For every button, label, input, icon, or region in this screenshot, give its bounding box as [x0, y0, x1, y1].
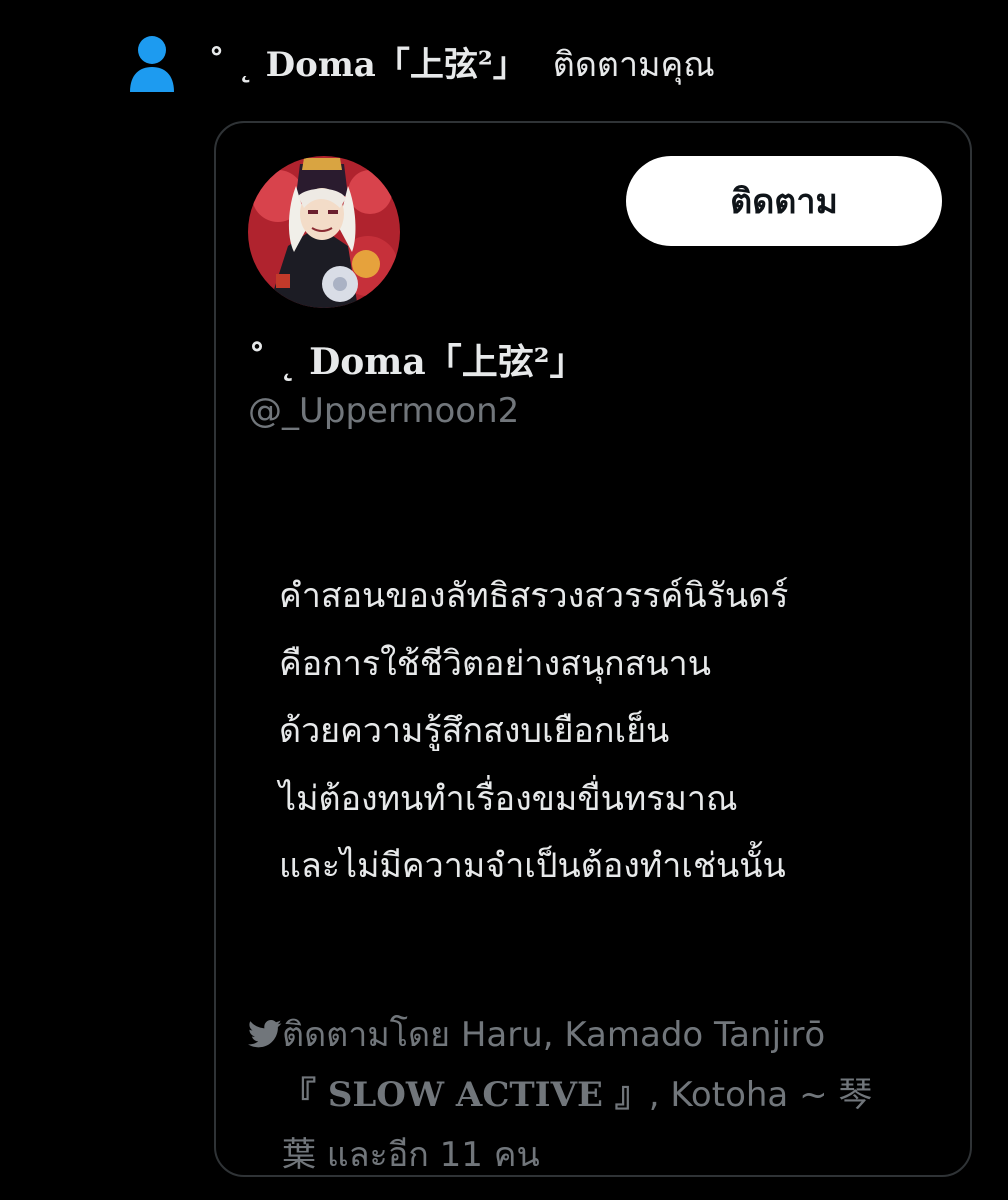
follow-button[interactable]: ติดตาม: [626, 156, 942, 246]
notification-action: ติดตามคุณ: [552, 45, 715, 85]
user-bio: คำสอนของลัทธิสรวงสวรรค์นิรันดร์ คือการใช…: [279, 563, 939, 901]
followed-by[interactable]: ติดตามโดย Haru, Kamado Tanjirō 『 SLOW AC…: [248, 1005, 938, 1185]
followed-by-line-2: 『 SLOW ACTIVE 』, Kotoha ~ 琴: [248, 1065, 938, 1125]
followed-by-line-1: ติดตามโดย Haru, Kamado Tanjirō: [248, 1005, 938, 1065]
user-handle[interactable]: @_Uppermoon2: [248, 391, 519, 431]
bio-line: คำสอนของลัทธิสรวงสวรรค์นิรันดร์: [279, 576, 789, 616]
followed-by-text-3: 葉 และอีก 11 คน: [282, 1135, 540, 1175]
person-icon: [130, 36, 174, 92]
avatar[interactable]: [248, 156, 400, 308]
user-card[interactable]: ติดตาม ˚ ˛ Doma「上弦²」 @_Uppermoon2 คำสอนข…: [214, 121, 972, 1177]
followed-by-name-serif: 『 SLOW ACTIVE 』: [282, 1075, 649, 1115]
bio-line: และไม่มีความจำเป็นต้องทำเช่นนั้น: [279, 846, 786, 886]
followed-by-text-1: ติดตามโดย Haru, Kamado Tanjirō: [282, 1015, 826, 1055]
display-name[interactable]: ˚ ˛ Doma「上弦²」: [248, 333, 585, 385]
followed-by-line-3: 葉 และอีก 11 คน: [248, 1125, 938, 1185]
bio-line: คือการใช้ชีวิตอย่างสนุกสนาน: [279, 643, 711, 684]
followed-by-text-2: , Kotoha ~ 琴: [648, 1075, 873, 1115]
follow-notification[interactable]: ˚ ˛ Doma「上弦²」 ติดตามคุณ: [128, 34, 715, 94]
notification-user-name[interactable]: ˚ ˛ Doma「上弦²」: [208, 37, 527, 86]
bio-line: ด้วยความรู้สึกสงบเยือกเย็น: [279, 711, 670, 751]
notification-text: ˚ ˛ Doma「上弦²」 ติดตามคุณ: [208, 37, 715, 91]
avatar-image: [248, 156, 400, 308]
bio-line: ไม่ต้องทนทำเรื่องขมขื่นทรมาณ: [279, 778, 738, 819]
bird-icon: [248, 1019, 282, 1048]
